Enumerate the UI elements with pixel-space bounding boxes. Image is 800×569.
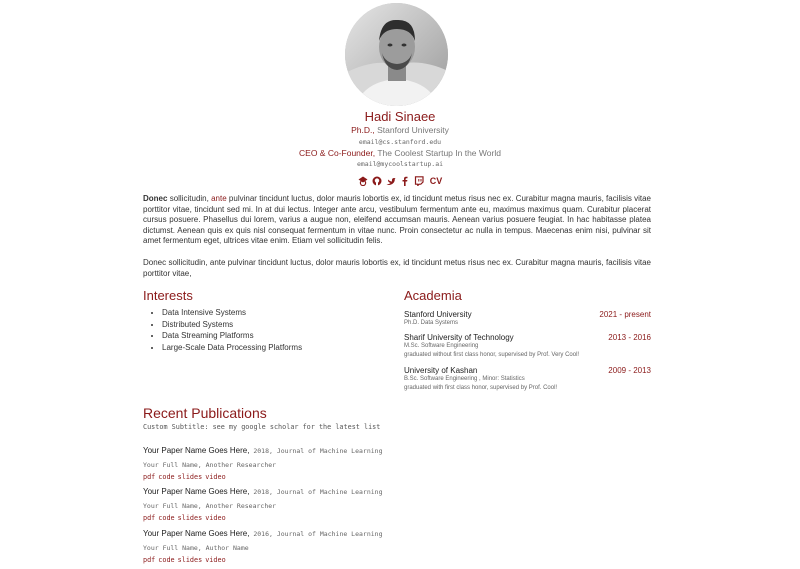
bio-bold-word: Donec — [143, 194, 168, 203]
video-link[interactable]: video — [205, 556, 225, 564]
video-link[interactable]: video — [205, 473, 225, 481]
paper-title[interactable]: Your Paper Name Goes Here, — [143, 446, 249, 455]
degree: Ph.D., — [351, 125, 375, 135]
role: CEO & Co-Founder, — [299, 148, 376, 158]
publication-item: Your Paper Name Goes Here, 2018, Journal… — [143, 440, 383, 481]
code-link[interactable]: code — [158, 514, 174, 522]
school-name: Stanford University — [404, 310, 472, 319]
twitter-icon[interactable] — [386, 176, 396, 186]
profile-photo — [345, 3, 448, 106]
github-icon[interactable] — [372, 176, 382, 186]
paper-title[interactable]: Your Paper Name Goes Here, — [143, 529, 249, 538]
academia-entry: Sharif University of Technology 2013 - 20… — [404, 333, 651, 359]
publications-subtitle: Custom Subtitle: see my google scholar f… — [143, 423, 381, 431]
facebook-icon[interactable] — [400, 176, 410, 186]
degree-line: Ph.D. Data Systems — [404, 320, 459, 326]
academia-entry: University of Kashan 2009 - 2013 B.Sc. So… — [404, 366, 651, 392]
paper-links: pdf code slides video — [143, 556, 383, 564]
paper-venue: 2018, Journal of Machine Learning — [249, 447, 383, 455]
paper-authors: Your Full Name, Author Name — [143, 544, 249, 552]
paper-authors: Your Full Name, Another Researcher — [143, 502, 277, 510]
slides-link[interactable]: slides — [178, 556, 203, 564]
twitch-icon[interactable] — [414, 176, 424, 186]
paper-authors: Your Full Name, Another Researcher — [143, 461, 277, 469]
degree-line: M.Sc. Software Engineering — [404, 343, 479, 349]
paper-venue: 2018, Journal of Machine Learning — [249, 488, 383, 496]
pdf-link[interactable]: pdf — [143, 473, 155, 481]
academia-heading: Academia — [404, 288, 462, 303]
paper-venue: 2016, Journal of Machine Learning — [249, 530, 383, 538]
degree-line: B.Sc. Software Engineering , Minor: Stat… — [404, 376, 525, 382]
cv-link[interactable]: CV — [430, 176, 443, 186]
code-link[interactable]: code — [158, 556, 174, 564]
honor-line: graduated without first class honor, sup… — [404, 351, 580, 358]
years: 2021 - present — [599, 310, 651, 319]
school-name: Sharif University of Technology — [404, 333, 514, 342]
years: 2013 - 2016 — [608, 333, 651, 342]
years: 2009 - 2013 — [608, 366, 651, 375]
education-line: Ph.D., Stanford University — [0, 125, 800, 135]
company: The Coolest Startup In the World — [377, 148, 501, 158]
google-scholar-icon[interactable] — [358, 176, 368, 186]
academic-email[interactable]: email@cs.stanford.edu — [0, 138, 800, 146]
interest-item: Data Intensive Systems — [162, 307, 302, 319]
profile-name: Hadi Sinaee — [364, 109, 436, 124]
social-links: CV — [0, 174, 800, 188]
role-line: CEO & Co-Founder, The Coolest Startup In… — [0, 148, 800, 158]
pdf-link[interactable]: pdf — [143, 556, 155, 564]
school-name: University of Kashan — [404, 366, 478, 375]
paper-links: pdf code slides video — [143, 514, 383, 522]
slides-link[interactable]: slides — [178, 514, 203, 522]
interest-item: Large-Scale Data Processing Platforms — [162, 342, 302, 354]
bio-text: sollicitudin, — [167, 194, 212, 203]
interests-list: Data Intensive Systems Distributed Syste… — [149, 307, 302, 353]
publication-item: Your Paper Name Goes Here, 2018, Journal… — [143, 481, 383, 522]
interests-heading: Interests — [143, 288, 193, 303]
bio-paragraph-2: Donec sollicitudin, ante pulvinar tincid… — [143, 258, 651, 278]
slides-link[interactable]: slides — [178, 473, 203, 481]
code-link[interactable]: code — [158, 473, 174, 481]
video-link[interactable]: video — [205, 514, 225, 522]
paper-links: pdf code slides video — [143, 473, 383, 481]
academia-entry: Stanford University 2021 - present Ph.D. … — [404, 310, 651, 328]
paper-title[interactable]: Your Paper Name Goes Here, — [143, 487, 249, 496]
interest-item: Distributed Systems — [162, 319, 302, 331]
university: Stanford University — [377, 125, 449, 135]
publication-item: Your Paper Name Goes Here, 2016, Journal… — [143, 523, 383, 564]
honor-line: graduated with first class honor, superv… — [404, 384, 558, 391]
work-email[interactable]: email@mycoolstartup.ai — [0, 160, 800, 168]
publications-heading: Recent Publications — [143, 405, 267, 421]
pdf-link[interactable]: pdf — [143, 514, 155, 522]
bio-paragraph-1: Donec sollicitudin, ante pulvinar tincid… — [143, 194, 651, 247]
bio-link[interactable]: ante — [211, 194, 227, 203]
interest-item: Data Streaming Platforms — [162, 330, 302, 342]
